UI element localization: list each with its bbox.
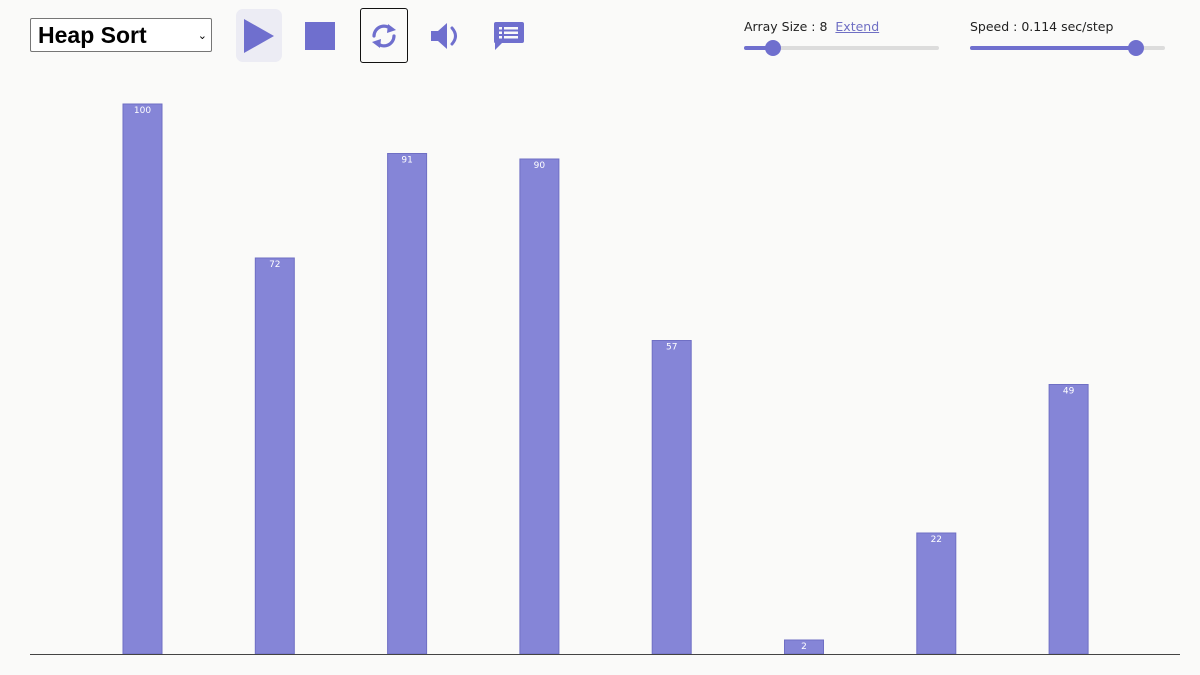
array-bar	[916, 532, 957, 655]
array-bar	[387, 153, 428, 655]
bar-value-label: 91	[401, 156, 412, 166]
bar-value-label: 100	[134, 106, 151, 116]
array-bar-chart: 1007291905722249	[30, 103, 1180, 655]
array-bar	[651, 340, 692, 655]
bar-value-label: 57	[666, 343, 677, 353]
array-bar	[1048, 384, 1089, 655]
array-bar	[519, 158, 560, 655]
sorting-visualizer: Heap Sort ⌄ Array Size: 8 Extend Speed …	[0, 0, 1200, 675]
array-bar	[122, 103, 163, 655]
array-bar	[254, 257, 295, 655]
bar-value-label: 22	[931, 535, 942, 545]
bar-value-label: 90	[534, 161, 546, 171]
bar-value-label: 72	[269, 260, 280, 270]
bar-value-label: 2	[801, 642, 807, 652]
bar-value-label: 49	[1063, 387, 1075, 397]
